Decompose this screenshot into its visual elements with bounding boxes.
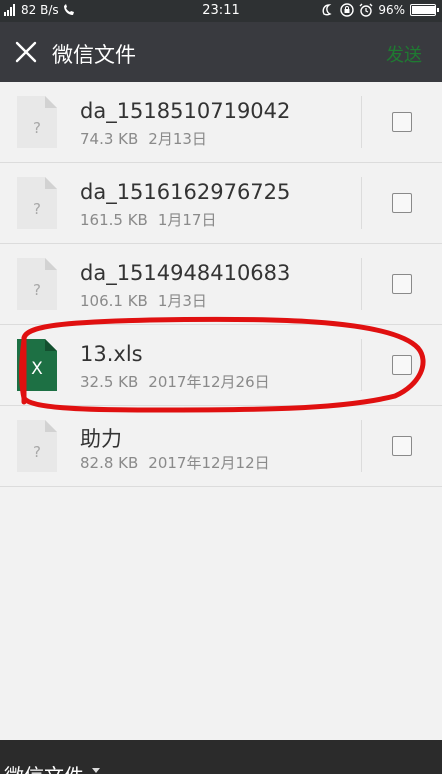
alarm-icon bbox=[359, 3, 373, 17]
excel-file-icon: X bbox=[17, 339, 57, 391]
file-placeholder-glyph: ? bbox=[33, 200, 41, 218]
battery-fill bbox=[412, 6, 436, 14]
file-row[interactable]: ? 助力 82.8 KB 2017年12月12日 bbox=[0, 406, 442, 487]
status-right: 96% bbox=[321, 3, 439, 17]
unknown-file-icon: ? bbox=[17, 177, 57, 229]
file-name: da_1516162976725 bbox=[80, 180, 291, 204]
file-meta: 32.5 KB 2017年12月26日 bbox=[80, 371, 270, 392]
select-checkbox[interactable] bbox=[392, 193, 412, 213]
file-meta: 74.3 KB 2月13日 bbox=[80, 128, 207, 149]
row-divider bbox=[361, 96, 362, 148]
excel-letter: X bbox=[31, 359, 43, 379]
file-placeholder-glyph: ? bbox=[33, 119, 41, 137]
select-checkbox[interactable] bbox=[392, 355, 412, 375]
title-bar: 微信文件 发送 bbox=[0, 22, 442, 82]
file-meta: 82.8 KB 2017年12月12日 bbox=[80, 452, 270, 473]
file-date: 2017年12月12日 bbox=[148, 454, 270, 472]
file-date: 2017年12月26日 bbox=[148, 373, 270, 391]
select-checkbox[interactable] bbox=[392, 274, 412, 294]
file-date: 1月3日 bbox=[157, 292, 207, 310]
unknown-file-icon: ? bbox=[17, 258, 57, 310]
file-placeholder-glyph: ? bbox=[33, 443, 41, 461]
file-size: 32.5 KB bbox=[80, 373, 139, 391]
battery-percent: 96% bbox=[378, 3, 405, 17]
close-icon bbox=[15, 41, 37, 63]
unknown-file-icon: ? bbox=[17, 420, 57, 472]
caret-down-icon bbox=[92, 768, 100, 773]
file-size: 82.8 KB bbox=[80, 454, 139, 472]
row-divider bbox=[361, 258, 362, 310]
status-bar: 82 B/s 23:11 96% bbox=[0, 0, 442, 22]
file-row[interactable]: X 13.xls 32.5 KB 2017年12月26日 bbox=[0, 325, 442, 406]
file-name: da_1518510719042 bbox=[80, 99, 291, 123]
do-not-disturb-icon bbox=[322, 4, 332, 16]
select-checkbox[interactable] bbox=[392, 436, 412, 456]
file-row[interactable]: ? da_1518510719042 74.3 KB 2月13日 bbox=[0, 82, 442, 163]
file-size: 106.1 KB bbox=[80, 292, 148, 310]
file-size: 74.3 KB bbox=[80, 130, 139, 148]
file-row[interactable]: ? da_1514948410683 106.1 KB 1月3日 bbox=[0, 244, 442, 325]
file-list: ? da_1518510719042 74.3 KB 2月13日 ? da_151… bbox=[0, 82, 442, 487]
file-name: 助力 bbox=[80, 427, 122, 451]
folder-selector[interactable]: 微信文件 bbox=[4, 760, 84, 774]
row-divider bbox=[361, 420, 362, 472]
select-checkbox[interactable] bbox=[392, 112, 412, 132]
file-placeholder-glyph: ? bbox=[33, 281, 41, 299]
close-button[interactable] bbox=[8, 34, 44, 70]
lock-rotation-icon bbox=[340, 3, 355, 17]
file-name: 13.xls bbox=[80, 342, 143, 366]
row-divider bbox=[361, 339, 362, 391]
battery-icon bbox=[410, 4, 439, 16]
file-meta: 106.1 KB 1月3日 bbox=[80, 290, 207, 311]
file-date: 1月17日 bbox=[157, 211, 217, 229]
file-meta: 161.5 KB 1月17日 bbox=[80, 209, 216, 230]
send-button[interactable]: 发送 bbox=[386, 41, 422, 67]
file-row[interactable]: ? da_1516162976725 161.5 KB 1月17日 bbox=[0, 163, 442, 244]
file-name: da_1514948410683 bbox=[80, 261, 291, 285]
unknown-file-icon: ? bbox=[17, 96, 57, 148]
page-title: 微信文件 bbox=[52, 43, 136, 67]
row-divider bbox=[361, 177, 362, 229]
file-date: 2月13日 bbox=[148, 130, 207, 148]
bottom-bar: 微信文件 bbox=[0, 740, 442, 774]
file-size: 161.5 KB bbox=[80, 211, 148, 229]
